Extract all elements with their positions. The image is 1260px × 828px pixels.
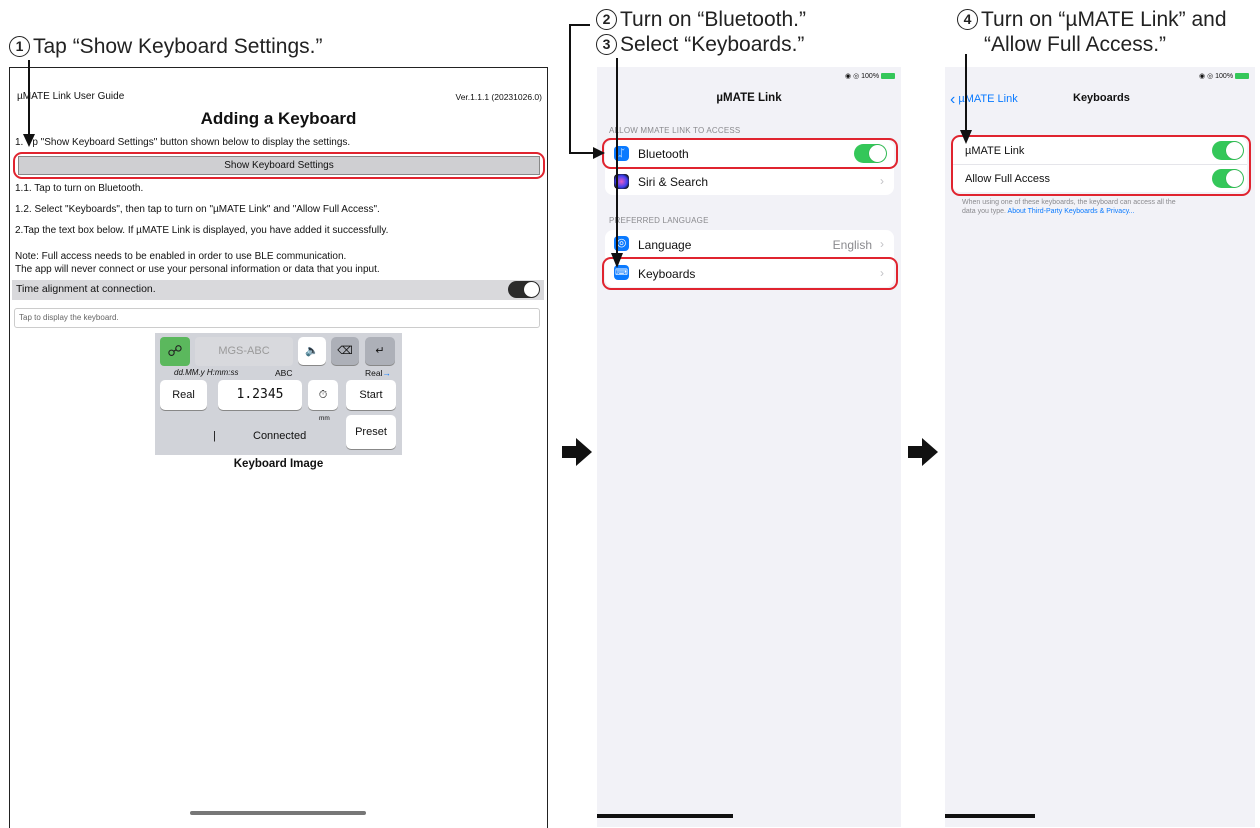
footnote-text: When using one of these keyboards, the k… [962,199,1176,215]
privacy-link[interactable]: About Third-Party Keyboards & Privacy... [1008,208,1135,215]
date-format-label: dd.MM.y H:mm:ss [174,368,239,377]
flow-arrow-right-icon [908,438,938,466]
settings-title: µMATE Link [716,92,782,104]
language-row[interactable]: ◎ Language English › [605,230,894,259]
time-alignment-toggle[interactable] [508,281,540,298]
instruction-2: 2.Tap the text box below. If µMATE Link … [15,225,389,236]
siri-search-row[interactable]: Siri & Search › [605,168,894,195]
backspace-icon: ⌫ [331,337,359,365]
home-indicator [945,814,1035,818]
highlight-show-settings [13,152,545,179]
note-line-2: The app will never connect or use your p… [15,264,380,275]
connection-status: Connected [253,430,307,442]
step-2-caption: 2 Turn on “Bluetooth.” [596,9,806,31]
status-bar: ◉ ◎ 100% [1199,72,1249,80]
time-alignment-row: Time alignment at connection. [12,280,544,300]
app-screen: µMATE Link User Guide Ver.1.1.1 (2023102… [9,67,548,828]
status-icons: ◉ ◎ [1199,73,1216,80]
highlight-keyboards [602,257,898,290]
instruction-1: 1. p "Show Keyboard Settings" button show… [15,137,351,148]
value-display: 1.2345 [218,380,302,410]
real-key: Real [160,380,207,410]
keyboard-caption: Keyboard Image [233,458,324,470]
speaker-icon: 🔈 [298,337,326,365]
chevron-right-icon: › [880,174,884,188]
unit-label: mm [319,415,330,422]
keyboard-image: ☍ MGS-ABC 🔈 ⌫ ↵ dd.MM.y H:mm:ss ABC Real… [155,333,402,455]
keyboard-text-input[interactable]: Tap to display the keyboard. [14,308,540,328]
device-name-field: MGS-ABC [195,337,293,366]
preset-key: Preset [346,415,396,449]
step-1-arrow [23,60,35,147]
flow-arrow-right-icon [562,438,592,466]
step-3-arrow [611,58,623,268]
real-mode-label: Real→ [365,368,391,378]
return-icon: ↵ [365,337,395,365]
step-2-arrow [569,24,605,159]
settings-screen: ◉ ◎ 100% µMATE Link ALLOW MMATE LINK TO … [597,67,901,827]
keyboards-title: Keyboards [1073,92,1130,104]
timer-icon: ⏱ [308,380,338,410]
chevron-left-icon: ‹ [950,91,956,108]
cursor-mark: | [213,430,216,442]
link-icon: ☍ [160,337,190,366]
step-4-caption: 4 Turn on “µMATE Link” and [957,9,1227,31]
highlight-bluetooth [602,138,898,169]
home-indicator [190,811,366,815]
step-4-arrow [960,54,972,144]
instruction-1-1: 1.1. Tap to turn on Bluetooth. [15,183,144,194]
page-title: Adding a Keyboard [200,109,357,128]
home-indicator [597,814,733,818]
battery-icon [881,73,895,79]
section-header-access: ALLOW MMATE LINK TO ACCESS [609,126,741,135]
step-3-caption: 3 Select “Keyboards.” [596,34,804,56]
step-4-caption-line2: “Allow Full Access.” [984,33,1167,56]
language-value: English [832,238,872,252]
chevron-right-icon: › [880,237,884,251]
highlight-umate-allow [951,135,1251,196]
status-bar: ◉ ◎ 100% [845,72,895,80]
abc-label: ABC [275,368,293,378]
battery-icon [1235,73,1249,79]
status-icons: ◉ ◎ [845,73,862,80]
note-line-1: Note: Full access needs to be enabled in… [15,251,347,262]
step-1-caption: 1 Tap “Show Keyboard Settings.” [9,36,323,58]
step-number: 4 [957,9,978,30]
start-key: Start [346,380,396,410]
instruction-1-2: 1.2. Select "Keyboards", then tap to tur… [15,204,380,215]
step-number: 1 [9,36,30,57]
app-version: Ver.1.1.1 (20231026.0) [455,92,543,102]
